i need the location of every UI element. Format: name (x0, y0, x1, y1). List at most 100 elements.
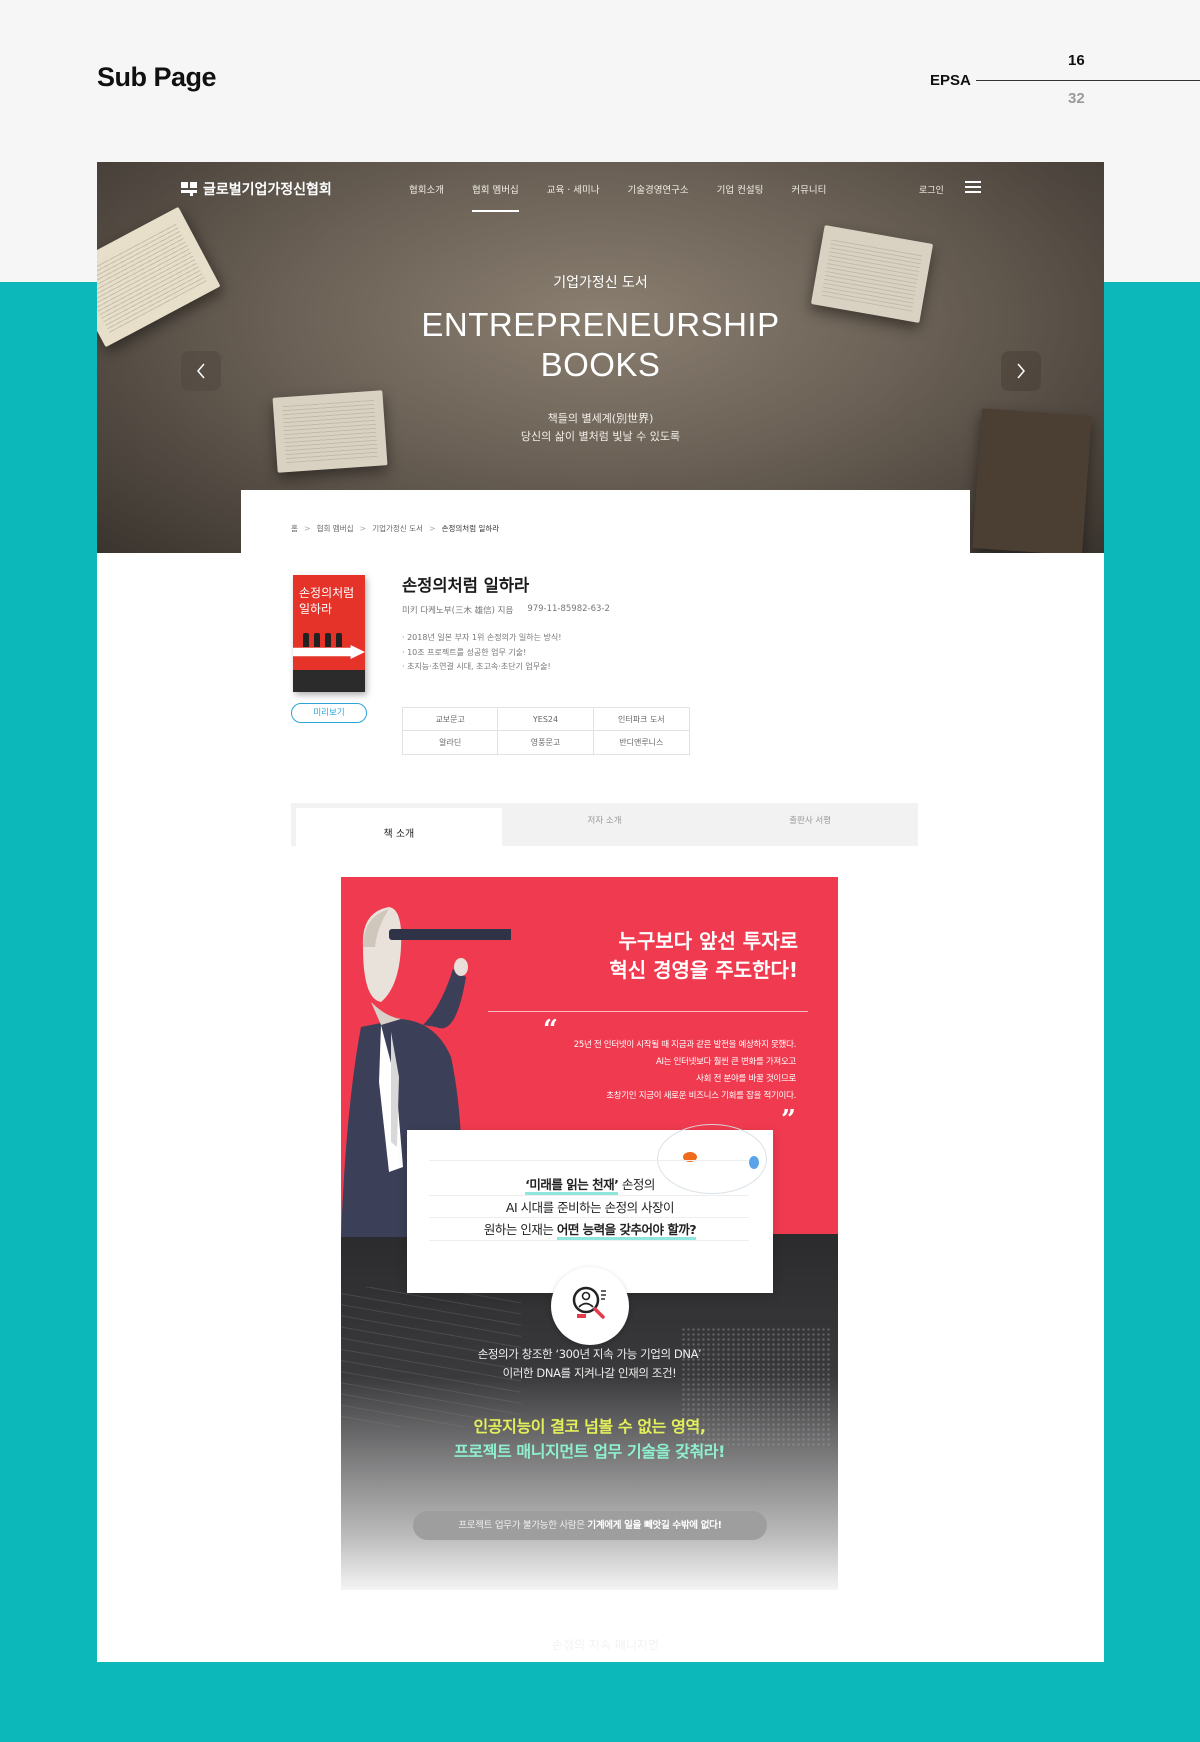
book-title: 손정의처럼 일하라 (402, 576, 530, 595)
card-rule (429, 1160, 749, 1161)
promo-highlight: 인공지능이 결코 넘볼 수 없는 영역, 프로젝트 매니지먼트 업무 기술을 갖… (341, 1414, 838, 1464)
talent-search-badge (551, 1267, 629, 1345)
store-link-interpark[interactable]: 인터파크 도서 (593, 708, 689, 731)
page-number: 16 (1068, 52, 1085, 69)
nav-item-about[interactable]: 협회소개 (409, 182, 444, 196)
store-link-bandi[interactable]: 반디앤루니스 (594, 731, 689, 754)
content-panel: 홈 > 협회 멤버십 > 기업가정신 도서 > 손정의처럼 일하라 손정의처럼 … (241, 490, 970, 1662)
dna-line1: 손정의가 창조한 ‘300년 지속 가능 기업의 DNA’ (477, 1347, 702, 1361)
promo-callout-pill: 프로젝트 업무가 불가능한 사람은 기계에게 일을 빼앗길 수밖에 없다! (413, 1511, 767, 1540)
store-link-yes24[interactable]: YES24 (498, 708, 594, 731)
logo-mark-icon (181, 182, 197, 196)
card-line3: 원하는 인재는 어떤 능력을 갖추어야 할까? (407, 1219, 773, 1240)
bookstore-links: 교보문고 YES24 인터파크 도서 알라딘 영풍문고 반디앤루니스 (402, 707, 690, 755)
store-link-youngpoong[interactable]: 영풍문고 (498, 731, 594, 754)
preview-button[interactable]: 미리보기 (291, 703, 367, 723)
hero-title-line2: BOOKS (540, 346, 661, 383)
quote-line: 사회 전 분야를 바꿀 것이므로 (696, 1074, 796, 1084)
tab-book-intro[interactable]: 책 소개 (296, 808, 502, 846)
card-rule (429, 1217, 749, 1218)
site-logo[interactable]: 글로벌기업가정신협회 (181, 179, 332, 199)
meta-divider (976, 80, 1200, 81)
book-cover: 손정의처럼 일하라 (293, 575, 365, 692)
nav-item-research[interactable]: 기술경영연구소 (627, 182, 688, 196)
next-slide-button[interactable] (1001, 351, 1041, 391)
promo-headline-line2: 혁신 경영을 주도한다! (609, 958, 798, 982)
list-item: 10조 프로젝트를 성공한 업무 기술! (402, 646, 561, 661)
next-section-title: 손정의 지속 매니지먼 (552, 1638, 659, 1652)
quote-line: AI는 인터넷보다 훨씬 큰 변화를 가져오고 (655, 1057, 796, 1067)
promo-headline: 누구보다 앞선 투자로 혁신 경영을 주도한다! (609, 927, 798, 985)
nav-item-consulting[interactable]: 기업 컨설팅 (717, 182, 764, 196)
promo-dna-text: 손정의가 창조한 ‘300년 지속 가능 기업의 DNA’ 이러한 DNA를 지… (341, 1345, 838, 1383)
promo-graphic: 누구보다 앞선 투자로 혁신 경영을 주도한다! “ 25년 전 인터넷이 시작… (341, 877, 838, 1590)
dna-line2: 이러한 DNA를 지켜나갈 인재의 조건! (502, 1366, 677, 1380)
tab-author-intro[interactable]: 저자 소개 (502, 808, 708, 846)
highlight-line1: 인공지능이 결코 넘볼 수 없는 영역, (473, 1417, 706, 1436)
page-total: 32 (1068, 90, 1085, 107)
hero-desc-line1: 책들의 별세계(別世界) (547, 412, 654, 425)
store-link-kyobo[interactable]: 교보문고 (403, 708, 499, 731)
cover-figures-icon (303, 633, 342, 647)
card-line1-emphasis: ‘미래를 읽는 천재’ (525, 1177, 619, 1195)
highlight-line2: 프로젝트 매니지먼트 업무 기술을 갖춰라! (453, 1442, 726, 1461)
list-item: 2018년 일본 부자 1위 손정의가 일하는 방식! (402, 631, 561, 646)
breadcrumb-home[interactable]: 홈 (291, 523, 298, 534)
presentation-title: Sub Page (97, 62, 217, 92)
open-quote-icon: “ (543, 1015, 558, 1045)
card-rule (429, 1240, 749, 1241)
card-line1: ‘미래를 읽는 천재’ 손정의 (407, 1174, 773, 1195)
book-highlights: 2018년 일본 부자 1위 손정의가 일하는 방식! 10조 프로젝트를 성공… (402, 631, 561, 675)
tab-publisher-review[interactable]: 출판사 서평 (707, 808, 913, 846)
hero-subtitle: 기업가정신 도서 (553, 275, 648, 291)
chevron-right-icon: > (303, 524, 311, 533)
chevron-right-icon: > (428, 524, 436, 533)
breadcrumb-item[interactable]: 협회 멤버십 (317, 523, 354, 534)
chevron-right-icon (1017, 363, 1025, 379)
site-logo-text: 글로벌기업가정신협회 (203, 182, 332, 198)
hamburger-menu-icon[interactable] (965, 181, 981, 194)
pill-emphasis: 기계에게 일을 빼앗길 수밖에 없다! (587, 1520, 722, 1531)
global-navigation: 글로벌기업가정신협회 협회소개 협회 멤버십 교육 · 세미나 기술경영연구소 … (97, 162, 1104, 218)
detail-tabs: 책 소개 저자 소개 출판사 서평 (291, 803, 918, 846)
nav-item-community[interactable]: 커뮤니티 (791, 182, 826, 196)
nav-item-education[interactable]: 교육 · 세미나 (547, 182, 600, 196)
breadcrumb: 홈 > 협회 멤버십 > 기업가정신 도서 > 손정의처럼 일하라 (291, 523, 499, 534)
book-isbn: 979-11-85982-63-2 (527, 604, 610, 614)
prev-slide-button[interactable] (181, 351, 221, 391)
breadcrumb-current: 손정의처럼 일하라 (441, 524, 500, 533)
close-quote-icon: ” (781, 1105, 796, 1135)
book-author: 미키 다케노부(三木 雄信) 지음 (402, 606, 514, 616)
presentation-meta: 16 EPSA 32 (930, 50, 1200, 120)
cover-footer (293, 670, 365, 692)
promo-headline-line1: 누구보다 앞선 투자로 (618, 929, 798, 953)
breadcrumb-item[interactable]: 기업가정신 도서 (372, 523, 423, 534)
card-rule (429, 1195, 749, 1196)
chevron-right-icon: > (359, 524, 367, 533)
hero-desc-line2: 당신의 삶이 별처럼 빛날 수 있도록 (520, 430, 681, 443)
card-line3-text: 원하는 인재는 (483, 1222, 557, 1237)
card-line1-text: 손정의 (618, 1177, 656, 1192)
promo-divider (488, 1011, 808, 1012)
hero-title: ENTREPRENEURSHIP BOOKS (97, 305, 1104, 385)
login-link[interactable]: 로그인 (919, 183, 944, 196)
website-mockup: 글로벌기업가정신협회 협회소개 협회 멤버십 교육 · 세미나 기술경영연구소 … (97, 162, 1104, 1662)
card-line2: AI 시대를 준비하는 손정의 사장이 (505, 1200, 675, 1215)
nav-item-membership[interactable]: 협회 멤버십 (471, 182, 519, 212)
book-meta: 미키 다케노부(三木 雄信) 지음 979-11-85982-63-2 (402, 604, 610, 616)
brand-label: EPSA (930, 72, 971, 89)
cover-arrow-graphic (293, 645, 365, 659)
hero-description: 책들의 별세계(別世界) 당신의 삶이 별처럼 빛날 수 있도록 (97, 410, 1104, 446)
chevron-left-icon (197, 363, 205, 379)
store-link-aladin[interactable]: 알라딘 (403, 731, 499, 754)
hero-title-line1: ENTREPRENEURSHIP (421, 306, 780, 343)
blue-dot-graphic (749, 1156, 759, 1169)
pill-text: 프로젝트 업무가 불가능한 사람은 (458, 1520, 588, 1531)
quote-line: 초창기인 지금이 새로운 비즈니스 기회를 잡을 적기이다. (606, 1091, 796, 1101)
person-magnifier-icon (572, 1286, 606, 1319)
book-cover-title: 손정의처럼 일하라 (299, 586, 355, 616)
card-line3-emphasis: 어떤 능력을 갖추어야 할까? (556, 1222, 697, 1240)
quote-line: 25년 전 인터넷이 시작될 때 지금과 같은 발전을 예상하지 못했다. (573, 1040, 797, 1050)
list-item: 초지능·초연결 시대, 초고속·초단기 업무술! (402, 660, 561, 675)
promo-quote: 25년 전 인터넷이 시작될 때 지금과 같은 발전을 예상하지 못했다. AI… (573, 1037, 797, 1105)
